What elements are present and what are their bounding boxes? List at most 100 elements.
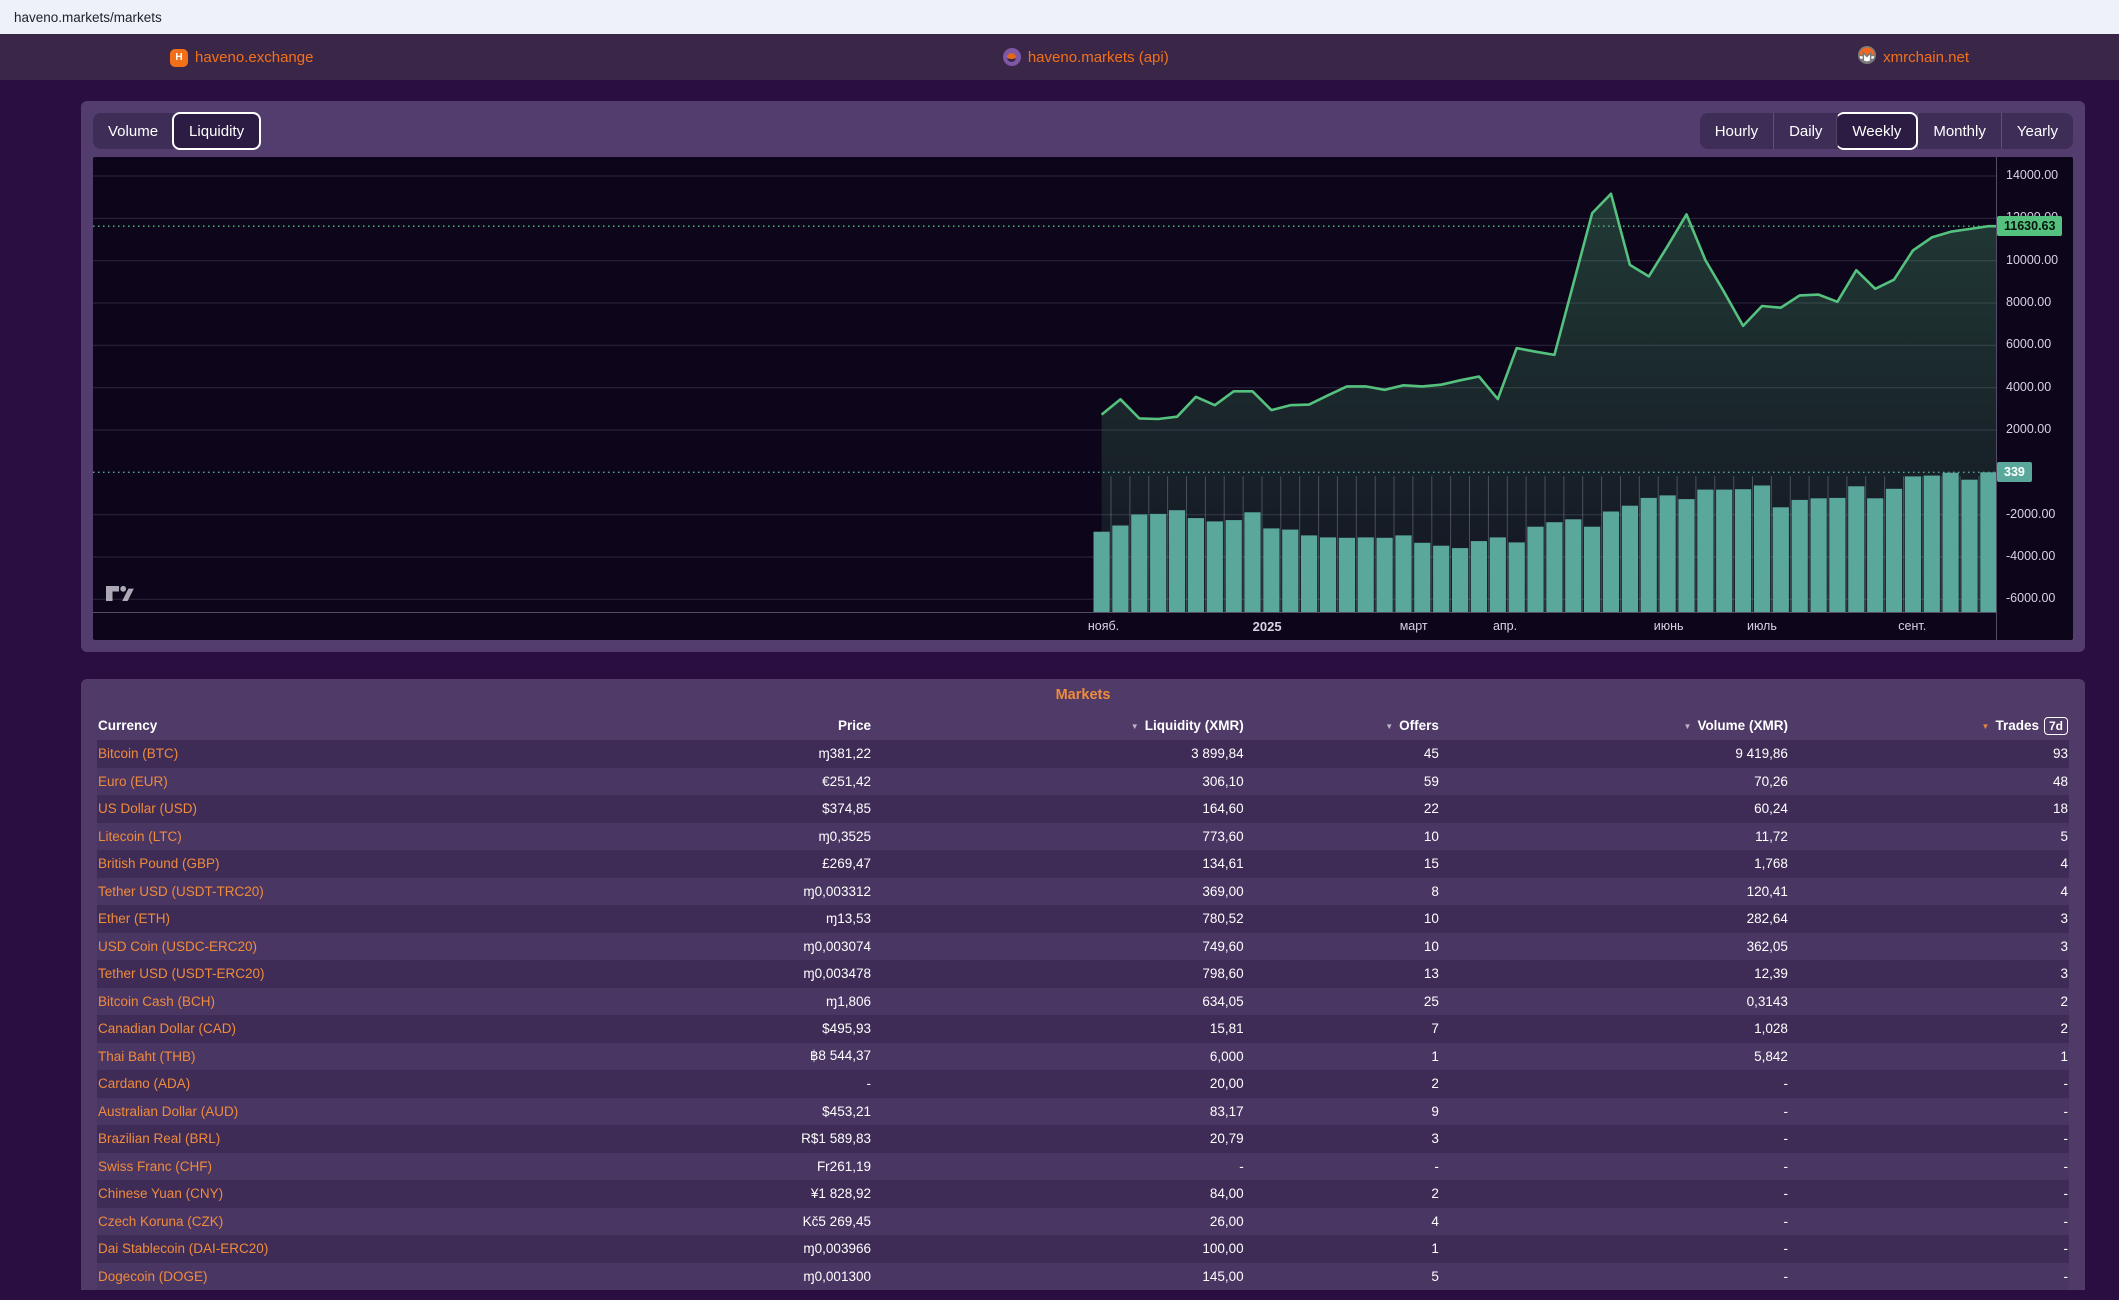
currency-link[interactable]: British Pound (GBP) bbox=[97, 850, 649, 878]
currency-link[interactable]: Chinese Yuan (CNY) bbox=[97, 1180, 649, 1208]
nav-link-haveno-exchange[interactable]: Hhaveno.exchange bbox=[170, 47, 313, 67]
cell-trades: - bbox=[1789, 1125, 2069, 1153]
currency-link[interactable]: Bitcoin (BTC) bbox=[97, 740, 649, 768]
currency-link[interactable]: Litecoin (LTC) bbox=[97, 823, 649, 851]
table-row: British Pound (GBP)£269,47134,61151,7684 bbox=[97, 850, 2069, 878]
timeframe-button-hourly[interactable]: Hourly bbox=[1700, 113, 1773, 149]
cell-price: ¥1 828,92 bbox=[649, 1180, 872, 1208]
cell-liquidity-xmr-: 134,61 bbox=[872, 850, 1245, 878]
cell-liquidity-xmr-: 26,00 bbox=[872, 1208, 1245, 1236]
currency-link[interactable]: Dai Stablecoin (DAI-ERC20) bbox=[97, 1235, 649, 1263]
currency-link[interactable]: Czech Koruna (CZK) bbox=[97, 1208, 649, 1236]
y-axis-label: -6000.00 bbox=[2006, 591, 2055, 605]
currency-link[interactable]: Australian Dollar (AUD) bbox=[97, 1098, 649, 1126]
cell-volume-xmr-: 1,028 bbox=[1440, 1015, 1789, 1043]
cell-liquidity-xmr-: 100,00 bbox=[872, 1235, 1245, 1263]
chart-plot[interactable]: нояб.2025мартапр.июньиюльсент. bbox=[93, 157, 1996, 640]
cell-volume-xmr-: - bbox=[1440, 1180, 1789, 1208]
cell-price: R$1 589,83 bbox=[649, 1125, 872, 1153]
cell-liquidity-xmr-: 15,81 bbox=[872, 1015, 1245, 1043]
currency-link[interactable]: US Dollar (USD) bbox=[97, 795, 649, 823]
liquidity-chart-svg[interactable] bbox=[93, 157, 1996, 612]
timeframe-button-daily[interactable]: Daily bbox=[1773, 113, 1837, 149]
cell-trades: - bbox=[1789, 1208, 2069, 1236]
column-header-currency[interactable]: Currency bbox=[97, 711, 649, 740]
currency-link[interactable]: USD Coin (USDC-ERC20) bbox=[97, 933, 649, 961]
currency-link[interactable]: Dogecoin (DOGE) bbox=[97, 1263, 649, 1291]
cell-trades: 18 bbox=[1789, 795, 2069, 823]
browser-url-bar[interactable]: haveno.markets/markets bbox=[0, 0, 2119, 34]
currency-link[interactable]: Ether (ETH) bbox=[97, 905, 649, 933]
currency-link[interactable]: Tether USD (USDT-TRC20) bbox=[97, 878, 649, 906]
column-header-liquidity-xmr-[interactable]: ▼Liquidity (XMR) bbox=[872, 711, 1245, 740]
y-axis-label: 6000.00 bbox=[2006, 337, 2051, 351]
currency-link[interactable]: Bitcoin Cash (BCH) bbox=[97, 988, 649, 1016]
column-header-trades[interactable]: ▼Trades7d bbox=[1789, 711, 2069, 740]
table-row: Euro (EUR)€251,42306,105970,2648 bbox=[97, 768, 2069, 796]
column-header-offers[interactable]: ▼Offers bbox=[1245, 711, 1440, 740]
sort-desc-icon: ▼ bbox=[1982, 722, 1990, 731]
series-button-liquidity[interactable]: Liquidity bbox=[172, 112, 261, 150]
cell-volume-xmr-: 362,05 bbox=[1440, 933, 1789, 961]
cell-liquidity-xmr-: 20,79 bbox=[872, 1125, 1245, 1153]
table-row: Canadian Dollar (CAD)$495,9315,8171,0282 bbox=[97, 1015, 2069, 1043]
y-axis-label: 2000.00 bbox=[2006, 422, 2051, 436]
x-axis-label: март bbox=[1400, 619, 1428, 633]
x-axis-label: нояб. bbox=[1088, 619, 1119, 633]
cell-trades: - bbox=[1789, 1263, 2069, 1291]
currency-link[interactable]: Swiss Franc (CHF) bbox=[97, 1153, 649, 1181]
nav-link-haveno-markets-api-[interactable]: haveno.markets (api) bbox=[1003, 48, 1169, 66]
cell-trades: 4 bbox=[1789, 850, 2069, 878]
currency-link[interactable]: Cardano (ADA) bbox=[97, 1070, 649, 1098]
cell-offers: 4 bbox=[1245, 1208, 1440, 1236]
cell-price: ɱ1,806 bbox=[649, 988, 872, 1016]
cell-trades: 93 bbox=[1789, 740, 2069, 768]
chart-x-axis[interactable]: нояб.2025мартапр.июньиюльсент. bbox=[93, 612, 1996, 640]
cell-price: ɱ0,001300 bbox=[649, 1263, 872, 1291]
chart-area[interactable]: нояб.2025мартапр.июньиюльсент. 14000.001… bbox=[93, 157, 2073, 640]
table-row: Czech Koruna (CZK)Kč5 269,4526,004-- bbox=[97, 1208, 2069, 1236]
tradingview-logo-icon[interactable] bbox=[105, 585, 135, 602]
markets-table: Currency Price▼Liquidity (XMR)▼Offers▼Vol… bbox=[97, 711, 2069, 1290]
cell-price: Kč5 269,45 bbox=[649, 1208, 872, 1236]
cell-offers: 22 bbox=[1245, 795, 1440, 823]
monero-logo-icon bbox=[1858, 46, 1876, 68]
series-button-volume[interactable]: Volume bbox=[93, 113, 173, 149]
cell-offers: 10 bbox=[1245, 823, 1440, 851]
cell-trades: - bbox=[1789, 1180, 2069, 1208]
cell-volume-xmr-: - bbox=[1440, 1070, 1789, 1098]
cell-trades: 5 bbox=[1789, 823, 2069, 851]
cell-offers: 2 bbox=[1245, 1180, 1440, 1208]
chart-y-axis[interactable]: 14000.0012000.0010000.008000.006000.0040… bbox=[1996, 157, 2070, 640]
trades-period-button[interactable]: 7d bbox=[2044, 717, 2068, 735]
currency-link[interactable]: Euro (EUR) bbox=[97, 768, 649, 796]
nav-link-xmrchain-net[interactable]: xmrchain.net bbox=[1858, 46, 1969, 68]
table-row: Ether (ETH)ɱ13,53780,5210282,643 bbox=[97, 905, 2069, 933]
table-row: Thai Baht (THB)฿8 544,376,00015,8421 bbox=[97, 1043, 2069, 1071]
cell-liquidity-xmr-: 798,60 bbox=[872, 960, 1245, 988]
cell-price: ɱ0,003074 bbox=[649, 933, 872, 961]
cell-volume-xmr-: - bbox=[1440, 1125, 1789, 1153]
cell-trades: - bbox=[1789, 1070, 2069, 1098]
cell-volume-xmr-: - bbox=[1440, 1208, 1789, 1236]
cell-liquidity-xmr-: - bbox=[872, 1153, 1245, 1181]
cell-offers: 8 bbox=[1245, 878, 1440, 906]
cell-price: ɱ0,3525 bbox=[649, 823, 872, 851]
column-header-volume-xmr-[interactable]: ▼Volume (XMR) bbox=[1440, 711, 1789, 740]
markets-panel: Markets CurrencyPrice▼Liquidity (XMR)▼Of… bbox=[81, 679, 2085, 1290]
column-header-label: Price bbox=[838, 718, 871, 733]
cell-offers: 1 bbox=[1245, 1235, 1440, 1263]
cell-trades: 3 bbox=[1789, 933, 2069, 961]
cell-offers: 9 bbox=[1245, 1098, 1440, 1126]
table-row: Cardano (ADA)-20,002-- bbox=[97, 1070, 2069, 1098]
table-row: Bitcoin (BTC)ɱ381,223 899,84459 419,8693 bbox=[97, 740, 2069, 768]
timeframe-button-weekly[interactable]: Weekly bbox=[1836, 112, 1918, 150]
column-header-price[interactable]: Price bbox=[649, 711, 872, 740]
chart-toolbar: VolumeLiquidity HourlyDailyWeeklyMonthly… bbox=[93, 113, 2073, 149]
currency-link[interactable]: Canadian Dollar (CAD) bbox=[97, 1015, 649, 1043]
timeframe-button-yearly[interactable]: Yearly bbox=[2001, 113, 2073, 149]
currency-link[interactable]: Brazilian Real (BRL) bbox=[97, 1125, 649, 1153]
currency-link[interactable]: Tether USD (USDT-ERC20) bbox=[97, 960, 649, 988]
timeframe-button-monthly[interactable]: Monthly bbox=[1917, 113, 2001, 149]
currency-link[interactable]: Thai Baht (THB) bbox=[97, 1043, 649, 1071]
